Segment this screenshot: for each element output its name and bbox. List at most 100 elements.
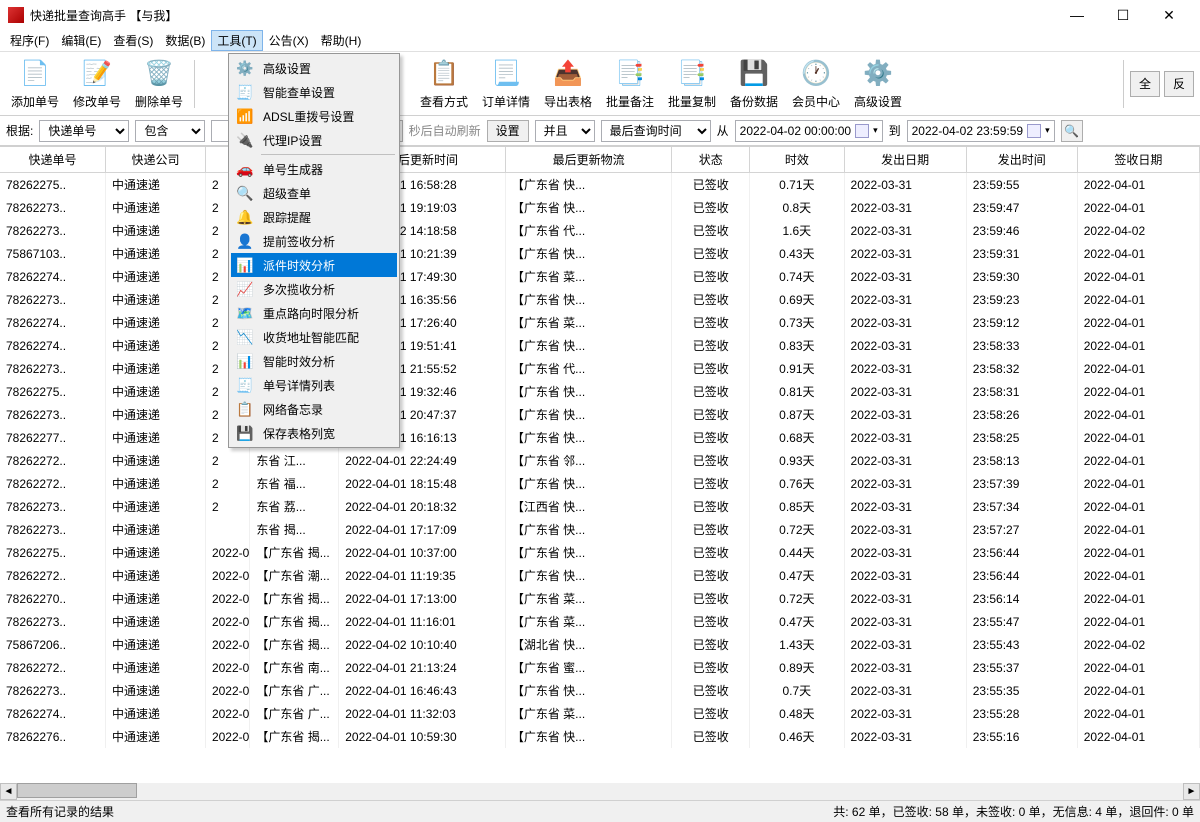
add-order-button[interactable]: 📄添加单号 [6, 55, 64, 113]
dropdown-item-12[interactable]: 📊智能时效分析 [231, 349, 397, 373]
menu-3[interactable]: 数据(B) [159, 30, 211, 51]
table-row[interactable]: 78262273..中通速递2022-03-31 23:55:47【广东省 揭.… [0, 610, 1200, 633]
export-table-button[interactable]: 📤导出表格 [539, 55, 597, 113]
date-to[interactable]: 2022-04-02 23:59:59▾ [907, 120, 1055, 142]
table-row[interactable]: 78262276..中通速递2022-03-31 23:55:16【广东省 揭.… [0, 725, 1200, 748]
menu-2[interactable]: 查看(S) [107, 30, 159, 51]
dropdown-icon-4: 🚗 [235, 160, 255, 178]
view-mode-button[interactable]: 📋查看方式 [415, 55, 473, 113]
menu-5[interactable]: 公告(X) [263, 30, 315, 51]
col-header-0[interactable]: 快递单号 [0, 147, 106, 173]
add-order-icon: 📄 [19, 58, 51, 90]
dropdown-item-4[interactable]: 🚗单号生成器 [231, 157, 397, 181]
dropdown-item-14[interactable]: 📋网络备忘录 [231, 397, 397, 421]
table-row[interactable]: 78262270..中通速递2022-03-31 23:56:14【广东省 揭.… [0, 587, 1200, 610]
table-row[interactable]: 78262272..中通速递2东省 福...2022-04-01 18:15:4… [0, 472, 1200, 495]
table-row[interactable]: 78262273..中通速递2东省 普...2022-04-01 16:35:5… [0, 288, 1200, 311]
dropdown-item-9[interactable]: 📈多次揽收分析 [231, 277, 397, 301]
table-row[interactable]: 78262273..中通速递2022-03-31 23:55:35【广东省 广.… [0, 679, 1200, 702]
order-detail-button[interactable]: 📃订单详情 [477, 55, 535, 113]
edit-order-icon: 📝 [81, 58, 113, 90]
invert-button[interactable]: 反 [1164, 71, 1194, 97]
dropdown-icon-12: 📊 [235, 352, 255, 370]
backup-data-button[interactable]: 💾备份数据 [725, 55, 783, 113]
dropdown-icon-2: 📶 [235, 107, 255, 125]
horizontal-scrollbar[interactable]: ◄ ► [0, 783, 1200, 800]
table-row[interactable]: 78262275..中通速递2东省 广...2022-04-01 19:32:4… [0, 380, 1200, 403]
minimize-button[interactable]: — [1054, 0, 1100, 30]
menu-6[interactable]: 帮助(H) [315, 30, 368, 51]
table-row[interactable]: 78262273..中通速递2东省 广...2022-04-01 20:47:3… [0, 403, 1200, 426]
menu-0[interactable]: 程序(F) [4, 30, 55, 51]
table-row[interactable]: 75867103..中通速递2东省 汕...2022-04-01 10:21:3… [0, 242, 1200, 265]
delete-order-button[interactable]: 🗑️删除单号 [130, 55, 188, 113]
table-row[interactable]: 78262274..中通速递2东省 汕...2022-04-01 17:49:3… [0, 265, 1200, 288]
col-header-10[interactable]: 签收日期 [1077, 147, 1199, 173]
dropdown-icon-13: 🧾 [235, 376, 255, 394]
dropdown-item-8[interactable]: 📊派件时效分析 [231, 253, 397, 277]
batch-copy-button[interactable]: 📑批量复制 [663, 55, 721, 113]
dropdown-item-7[interactable]: 👤提前签收分析 [231, 229, 397, 253]
scroll-left-arrow[interactable]: ◄ [0, 783, 17, 800]
order-detail-icon: 📃 [490, 58, 522, 90]
table-row[interactable]: 75867206..中通速递2022-03-31 23:55:43【广东省 揭.… [0, 633, 1200, 656]
table-row[interactable]: 78262273..中通速递东省 揭...2022-04-01 17:17:09… [0, 518, 1200, 541]
dropdown-item-2[interactable]: 📶ADSL重拨号设置 [231, 104, 397, 128]
dropdown-item-10[interactable]: 🗺️重点路向时限分析 [231, 301, 397, 325]
table-row[interactable]: 78262274..中通速递2东省 罗...2022-04-01 19:51:4… [0, 334, 1200, 357]
settings-button[interactable]: 设置 [487, 120, 529, 142]
dropdown-item-6[interactable]: 🔔跟踪提醒 [231, 205, 397, 229]
filter-field-select[interactable]: 快递单号 [39, 120, 129, 142]
col-header-6[interactable]: 状态 [672, 147, 750, 173]
batch-remark-button[interactable]: 📑批量备注 [601, 55, 659, 113]
dropdown-icon-8: 📊 [235, 256, 255, 274]
dropdown-item-0[interactable]: ⚙️高级设置 [231, 56, 397, 80]
table-row[interactable]: 78262272..中通速递2022-03-31 23:55:37【广东省 南.… [0, 656, 1200, 679]
to-label: 到 [889, 122, 901, 139]
col-header-8[interactable]: 发出日期 [844, 147, 966, 173]
select-all-button[interactable]: 全 [1130, 71, 1160, 97]
logic-select[interactable]: 并且 [535, 120, 595, 142]
table-row[interactable]: 78262273..中通速递2东省 荔...2022-04-01 20:18:3… [0, 495, 1200, 518]
table-row[interactable]: 78262274..中通速递2东省 荔...2022-04-01 17:26:4… [0, 311, 1200, 334]
col-header-1[interactable]: 快递公司 [106, 147, 206, 173]
col-header-9[interactable]: 发出时间 [966, 147, 1077, 173]
dropdown-item-5[interactable]: 🔍超级查单 [231, 181, 397, 205]
table-row[interactable]: 78262273..中通速递2东省 普...2022-04-01 19:19:0… [0, 196, 1200, 219]
table-row[interactable]: 78262273..中通速递2东省 广...2022-04-02 14:18:5… [0, 219, 1200, 242]
menu-1[interactable]: 编辑(E) [55, 30, 107, 51]
table-row[interactable]: 78262272..中通速递2022-03-31 23:56:44【广东省 潮.… [0, 564, 1200, 587]
data-grid[interactable]: 快递单号快递公司物流信息最后更新时间最后更新物流状态时效发出日期发出时间签收日期… [0, 147, 1200, 748]
dropdown-item-15[interactable]: 💾保存表格列宽 [231, 421, 397, 445]
auto-refresh-label: 秒后自动刷新 [409, 122, 481, 139]
dropdown-icon-14: 📋 [235, 400, 255, 418]
dropdown-item-11[interactable]: 📉收货地址智能匹配 [231, 325, 397, 349]
edit-order-button[interactable]: 📝修改单号 [68, 55, 126, 113]
dropdown-icon-11: 📉 [235, 328, 255, 346]
table-row[interactable]: 78262275..中通速递2022-03-31 23:56:44【广东省 揭.… [0, 541, 1200, 564]
time-field-select[interactable]: 最后查询时间 [601, 120, 711, 142]
col-header-7[interactable]: 时效 [750, 147, 844, 173]
member-center-button[interactable]: 🕐会员中心 [787, 55, 845, 113]
table-row[interactable]: 78262275..中通速递2东省 普...2022-04-01 16:58:2… [0, 173, 1200, 197]
dropdown-icon-7: 👤 [235, 232, 255, 250]
search-button[interactable]: 🔍 [1061, 120, 1083, 142]
table-row[interactable]: 78262273..中通速递2东省 广...2022-04-01 21:55:5… [0, 357, 1200, 380]
date-from[interactable]: 2022-04-02 00:00:00▾ [735, 120, 883, 142]
dropdown-item-13[interactable]: 🧾单号详情列表 [231, 373, 397, 397]
dropdown-icon-15: 💾 [235, 424, 255, 442]
close-button[interactable]: ✕ [1146, 0, 1192, 30]
grid-area: 快递单号快递公司物流信息最后更新时间最后更新物流状态时效发出日期发出时间签收日期… [0, 146, 1200, 800]
dropdown-item-3[interactable]: 🔌代理IP设置 [231, 128, 397, 152]
col-header-5[interactable]: 最后更新物流 [505, 147, 672, 173]
adv-settings-button[interactable]: ⚙️高级设置 [849, 55, 907, 113]
table-row[interactable]: 78262277..中通速递2东省 广...2022-04-01 16:16:1… [0, 426, 1200, 449]
table-row[interactable]: 78262272..中通速递2东省 江...2022-04-01 22:24:4… [0, 449, 1200, 472]
scroll-right-arrow[interactable]: ► [1183, 783, 1200, 800]
menu-4[interactable]: 工具(T) [211, 30, 262, 51]
table-row[interactable]: 78262274..中通速递2022-03-31 23:55:28【广东省 广.… [0, 702, 1200, 725]
scroll-thumb[interactable] [17, 783, 137, 798]
dropdown-item-1[interactable]: 🧾智能查单设置 [231, 80, 397, 104]
filter-op-select[interactable]: 包含 [135, 120, 205, 142]
maximize-button[interactable]: ☐ [1100, 0, 1146, 30]
